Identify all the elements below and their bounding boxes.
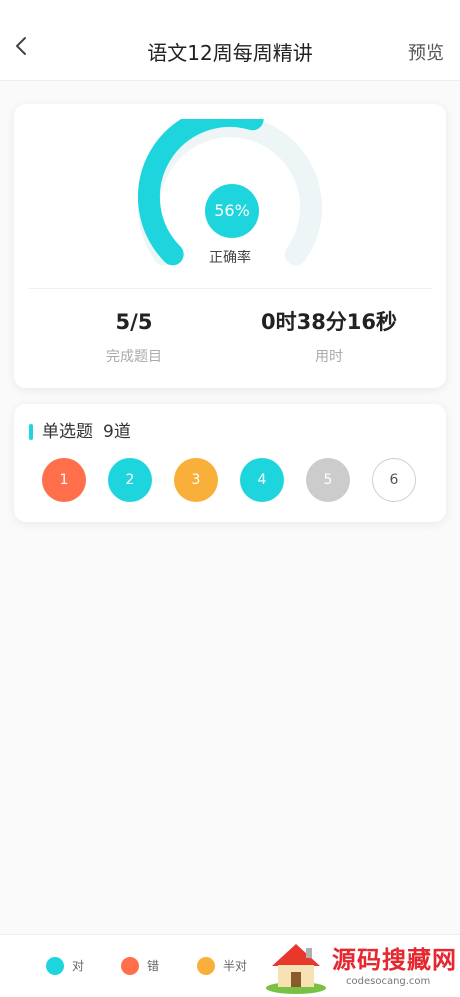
legend-dot [197,957,215,975]
question-3-button[interactable]: 3 [174,458,218,502]
divider [28,288,432,289]
question-number: 5 [323,472,333,488]
time-label: 用时 [315,349,343,365]
watermark-url: codesocang.com [346,976,431,987]
section-marker [29,424,33,440]
legend-label: 错 [147,959,160,973]
question-6-button[interactable]: 6 [372,458,416,502]
watermark-logo: 源码搜藏网 codesocang.com [262,938,458,994]
nav-bar: 语文12周每周精讲 预览 [0,0,460,81]
accuracy-percent: 56% [205,184,259,238]
question-5-button[interactable]: 5 [306,458,350,502]
section-count: 9道 [103,422,131,442]
legend-label: 对 [72,959,85,973]
time-stat: 0时38分16秒 用时 [234,308,424,366]
question-number: 3 [191,472,201,488]
page-title: 语文12周每周精讲 [147,41,313,65]
preview-button[interactable]: 预览 [408,42,444,66]
question-section-card: 单选题 9道 1 2 3 4 5 6 [14,404,446,522]
question-2-button[interactable]: 2 [108,458,152,502]
legend-label: 半对 [223,959,248,973]
completed-stat: 5/5 完成题目 [74,308,194,366]
section-title: 单选题 9道 [42,422,131,442]
question-1-button[interactable]: 1 [42,458,86,502]
question-number: 1 [59,472,69,488]
section-title-text: 单选题 [42,422,93,442]
completed-label: 完成题目 [106,349,162,365]
accuracy-label: 正确率 [209,250,251,266]
completed-value: 5/5 [115,310,153,334]
house-logo-icon [266,944,326,994]
time-value: 0时38分16秒 [260,310,398,334]
question-number: 4 [257,472,267,488]
score-card: 56% 正确率 5/5 完成题目 0时38分16秒 用时 [14,104,446,388]
question-4-button[interactable]: 4 [240,458,284,502]
legend-dot [46,957,64,975]
legend-dot [121,957,139,975]
watermark-title: 源码搜藏网 [332,946,457,974]
question-number: 6 [389,472,399,488]
question-number: 2 [125,472,135,488]
